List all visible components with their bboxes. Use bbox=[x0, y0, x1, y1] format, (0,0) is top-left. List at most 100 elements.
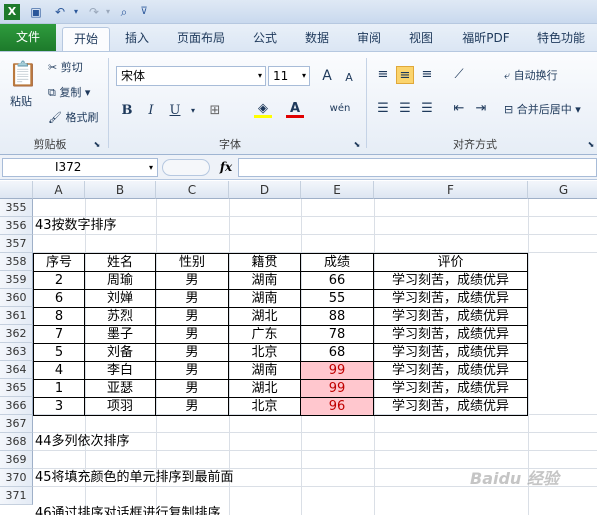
table-header-cell[interactable]: 成绩 bbox=[300, 253, 374, 272]
font-size-combo[interactable]: 11 ▾ bbox=[268, 66, 310, 86]
table-cell[interactable]: 男 bbox=[155, 289, 229, 308]
table-header-cell[interactable]: 性别 bbox=[155, 253, 229, 272]
align-middle-icon[interactable]: ≡ bbox=[396, 66, 414, 84]
table-cell[interactable]: 亚瑟 bbox=[84, 379, 156, 398]
tab-view[interactable]: 视图 bbox=[398, 27, 444, 51]
row-header[interactable]: 363 bbox=[0, 343, 33, 361]
sheet-heading[interactable]: 44多列依次排序 bbox=[33, 433, 130, 451]
table-cell[interactable]: 北京 bbox=[228, 397, 301, 416]
table-cell[interactable]: 学习刻苦，成绩优异 bbox=[373, 379, 528, 398]
table-cell[interactable]: 男 bbox=[155, 343, 229, 362]
table-cell[interactable]: 3 bbox=[33, 397, 85, 416]
font-name-combo[interactable]: 宋体 ▾ bbox=[116, 66, 266, 86]
row-header[interactable]: 358 bbox=[0, 253, 33, 271]
row-header[interactable]: 360 bbox=[0, 289, 33, 307]
table-cell[interactable]: 湖北 bbox=[228, 379, 301, 398]
row-header[interactable]: 366 bbox=[0, 397, 33, 415]
tab-formulas[interactable]: 公式 bbox=[242, 27, 288, 51]
align-left-icon[interactable]: ☰ bbox=[374, 100, 392, 118]
cut-button[interactable]: ✂ 剪切 bbox=[48, 60, 83, 76]
customize-qat-icon[interactable]: ⊽ bbox=[136, 4, 152, 20]
align-bottom-icon[interactable]: ≡ bbox=[418, 66, 436, 84]
tab-special-features[interactable]: 特色功能 bbox=[528, 27, 594, 51]
formula-bar-splitter[interactable] bbox=[162, 159, 210, 176]
print-preview-icon[interactable]: ⌕ bbox=[116, 4, 132, 20]
italic-button[interactable]: I bbox=[142, 102, 160, 120]
table-cell[interactable]: 刘婵 bbox=[84, 289, 156, 308]
align-right-icon[interactable]: ☰ bbox=[418, 100, 436, 118]
table-cell[interactable]: 学习刻苦，成绩优异 bbox=[373, 289, 528, 308]
redo-dropdown-icon[interactable]: ▾ bbox=[100, 4, 116, 20]
table-cell[interactable]: 55 bbox=[300, 289, 374, 308]
borders-icon[interactable]: ⊞ bbox=[206, 102, 224, 120]
table-cell[interactable]: 学习刻苦，成绩优异 bbox=[373, 361, 528, 380]
grow-font-icon[interactable]: A bbox=[318, 67, 336, 85]
table-cell[interactable]: 99 bbox=[300, 361, 374, 380]
table-cell[interactable]: 学习刻苦，成绩优异 bbox=[373, 343, 528, 362]
table-cell[interactable]: 1 bbox=[33, 379, 85, 398]
table-cell[interactable]: 66 bbox=[300, 271, 374, 290]
table-cell[interactable]: 湖南 bbox=[228, 289, 301, 308]
sheet-heading[interactable]: 45将填充颜色的单元排序到最前面 bbox=[33, 469, 234, 487]
formula-input[interactable] bbox=[238, 158, 597, 177]
tab-file[interactable]: 文件 bbox=[0, 24, 56, 51]
format-painter-button[interactable]: 🖌 格式刷 bbox=[48, 110, 98, 126]
sheet-heading[interactable]: 46通过排序对话框进行复制排序 bbox=[33, 505, 221, 515]
table-cell[interactable]: 学习刻苦，成绩优异 bbox=[373, 307, 528, 326]
tab-data[interactable]: 数据 bbox=[294, 27, 340, 51]
fill-color-icon[interactable]: ◈ bbox=[254, 100, 272, 118]
table-header-cell[interactable]: 序号 bbox=[33, 253, 85, 272]
table-header-cell[interactable]: 姓名 bbox=[84, 253, 156, 272]
align-top-icon[interactable]: ≡ bbox=[374, 66, 392, 84]
table-cell[interactable]: 男 bbox=[155, 397, 229, 416]
insert-function-icon[interactable]: fx bbox=[216, 158, 236, 177]
copy-button[interactable]: ⧉ 复制 ▾ bbox=[48, 85, 90, 101]
table-cell[interactable]: 88 bbox=[300, 307, 374, 326]
underline-button[interactable]: U bbox=[166, 102, 184, 120]
phonetic-guide-icon[interactable]: wén bbox=[328, 100, 352, 118]
tab-foxit-pdf[interactable]: 福昕PDF bbox=[452, 27, 520, 51]
table-cell[interactable]: 78 bbox=[300, 325, 374, 344]
shrink-font-icon[interactable]: A bbox=[340, 69, 358, 87]
align-center-icon[interactable]: ☰ bbox=[396, 100, 414, 118]
table-cell[interactable]: 8 bbox=[33, 307, 85, 326]
table-cell[interactable]: 68 bbox=[300, 343, 374, 362]
select-all-corner[interactable] bbox=[0, 181, 33, 199]
row-header[interactable]: 369 bbox=[0, 451, 33, 469]
table-cell[interactable]: 7 bbox=[33, 325, 85, 344]
table-cell[interactable]: 李白 bbox=[84, 361, 156, 380]
row-header[interactable]: 364 bbox=[0, 361, 33, 379]
table-cell[interactable]: 湖南 bbox=[228, 361, 301, 380]
column-header-g[interactable]: G bbox=[528, 181, 597, 199]
tab-page-layout[interactable]: 页面布局 bbox=[168, 27, 234, 51]
column-header-c[interactable]: C bbox=[156, 181, 229, 199]
save-icon[interactable]: ▣ bbox=[28, 4, 44, 20]
tab-home[interactable]: 开始 bbox=[62, 27, 110, 51]
table-cell[interactable]: 广东 bbox=[228, 325, 301, 344]
chevron-down-icon[interactable]: ▾ bbox=[184, 102, 202, 120]
table-header-cell[interactable]: 籍贯 bbox=[228, 253, 301, 272]
table-cell[interactable]: 湖北 bbox=[228, 307, 301, 326]
table-cell[interactable]: 5 bbox=[33, 343, 85, 362]
table-cell[interactable]: 96 bbox=[300, 397, 374, 416]
table-cell[interactable]: 苏烈 bbox=[84, 307, 156, 326]
table-cell[interactable]: 99 bbox=[300, 379, 374, 398]
sheet-heading[interactable]: 43按数字排序 bbox=[33, 217, 117, 235]
table-cell[interactable]: 周瑜 bbox=[84, 271, 156, 290]
table-cell[interactable]: 男 bbox=[155, 307, 229, 326]
table-cell[interactable]: 2 bbox=[33, 271, 85, 290]
row-header[interactable]: 367 bbox=[0, 415, 33, 433]
excel-logo-icon[interactable]: X bbox=[4, 4, 20, 20]
row-header[interactable]: 357 bbox=[0, 235, 33, 253]
table-cell[interactable]: 男 bbox=[155, 379, 229, 398]
bold-button[interactable]: B bbox=[118, 102, 136, 120]
decrease-indent-icon[interactable]: ⇤ bbox=[450, 100, 468, 118]
table-cell[interactable]: 男 bbox=[155, 361, 229, 380]
dialog-launcher-icon[interactable]: ⬊ bbox=[586, 136, 596, 154]
row-header[interactable]: 361 bbox=[0, 307, 33, 325]
column-header-a[interactable]: A bbox=[33, 181, 85, 199]
worksheet-grid[interactable]: A B C D E F G 355 356 357 358 359 360 36… bbox=[0, 181, 597, 515]
tab-insert[interactable]: 插入 bbox=[114, 27, 160, 51]
dialog-launcher-icon[interactable]: ⬊ bbox=[92, 136, 102, 154]
undo-icon[interactable]: ↶ bbox=[52, 4, 68, 20]
